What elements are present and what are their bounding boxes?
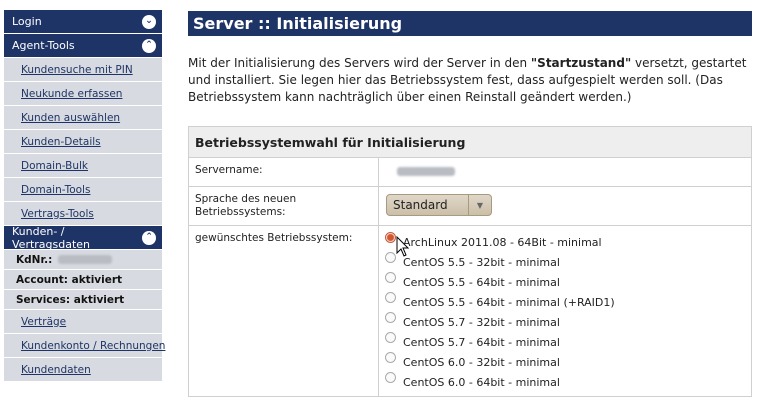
sidebar-item-neukunde[interactable]: Neukunde erfassen bbox=[4, 82, 162, 106]
sidebar-item-kundendaten[interactable]: Kundendaten bbox=[4, 358, 162, 382]
intro-text-start: Mit der Initialisierung des Servers wird… bbox=[188, 56, 531, 70]
os-option[interactable]: CentOS 5.5 - 64bit - minimal (+RAID1) bbox=[385, 291, 751, 312]
radio-icon[interactable] bbox=[385, 291, 396, 303]
sidebar-item-label[interactable]: Verträge bbox=[21, 316, 66, 328]
sidebar-item-kunden-details[interactable]: Kunden-Details bbox=[4, 130, 162, 154]
radio-icon[interactable] bbox=[385, 351, 396, 363]
redacted-value bbox=[397, 167, 455, 176]
os-option[interactable]: CentOS 5.7 - 32bit - minimal bbox=[385, 311, 751, 332]
sidebar-header-label: Agent-Tools bbox=[12, 39, 75, 52]
os-option[interactable]: ArchLinux 2011.08 - 64Bit - minimal bbox=[385, 231, 751, 252]
os-option-label[interactable]: CentOS 5.7 - 64bit - minimal bbox=[403, 336, 560, 349]
radio-icon[interactable] bbox=[385, 371, 396, 383]
sidebar-item-label[interactable]: Kundensuche mit PIN bbox=[21, 64, 133, 76]
radio-checked-icon[interactable] bbox=[385, 231, 396, 243]
customer-number-label: KdNr.: bbox=[16, 253, 53, 266]
sidebar-header-customer-data[interactable]: Kunden- / Vertragsdaten ⌃ bbox=[4, 224, 162, 251]
intro-text-bold: "Startzustand" bbox=[530, 56, 632, 70]
radio-icon[interactable] bbox=[385, 331, 396, 343]
os-label: gewünschtes Betriebssystem: bbox=[189, 226, 379, 396]
os-options: ArchLinux 2011.08 - 64Bit - minimal Cent… bbox=[379, 226, 751, 396]
language-select-value: Standard bbox=[393, 198, 448, 212]
sidebar-item-domain-bulk[interactable]: Domain-Bulk bbox=[4, 154, 162, 178]
os-option-label[interactable]: CentOS 6.0 - 32bit - minimal bbox=[403, 356, 560, 369]
os-option[interactable]: CentOS 6.0 - 32bit - minimal bbox=[385, 351, 751, 372]
account-status-label: Account: aktiviert bbox=[16, 273, 123, 286]
services-status: Services: aktiviert bbox=[4, 290, 162, 310]
customer-number: KdNr.: bbox=[4, 250, 162, 270]
os-option[interactable]: CentOS 5.5 - 32bit - minimal bbox=[385, 251, 751, 272]
os-row: gewünschtes Betriebssystem: ArchLinux 20… bbox=[189, 226, 751, 396]
os-selection-form: Betriebssystemwahl für Initialisierung S… bbox=[188, 126, 752, 397]
chevron-down-icon[interactable]: ▼ bbox=[468, 195, 491, 215]
form-title: Betriebssystemwahl für Initialisierung bbox=[189, 127, 751, 158]
os-option[interactable]: CentOS 5.7 - 64bit - minimal bbox=[385, 331, 751, 352]
sidebar-header-label: Kunden- / Vertragsdaten bbox=[12, 224, 91, 251]
os-option-label[interactable]: ArchLinux 2011.08 - 64Bit - minimal bbox=[403, 236, 602, 249]
os-option[interactable]: CentOS 6.0 - 64bit - minimal bbox=[385, 371, 751, 392]
radio-icon[interactable] bbox=[385, 271, 396, 283]
chevron-up-icon[interactable]: ⌃ bbox=[142, 38, 156, 53]
sidebar-item-label[interactable]: Domain-Bulk bbox=[21, 160, 88, 172]
sidebar-item-label[interactable]: Kundendaten bbox=[21, 364, 91, 376]
sidebar-item-vertrags-tools[interactable]: Vertrags-Tools bbox=[4, 202, 162, 226]
sidebar-item-kundensuche[interactable]: Kundensuche mit PIN bbox=[4, 58, 162, 82]
sidebar-item-label[interactable]: Domain-Tools bbox=[21, 184, 90, 196]
os-option-label[interactable]: CentOS 5.5 - 64bit - minimal bbox=[403, 276, 560, 289]
account-status: Account: aktiviert bbox=[4, 270, 162, 290]
redacted-value bbox=[58, 255, 113, 264]
sidebar-item-label[interactable]: Kunden auswählen bbox=[21, 112, 120, 124]
sidebar-item-label[interactable]: Neukunde erfassen bbox=[21, 88, 122, 100]
page-title: Server :: Initialisierung bbox=[188, 11, 752, 36]
sidebar-item-domain-tools[interactable]: Domain-Tools bbox=[4, 178, 162, 202]
os-option-label[interactable]: CentOS 5.5 - 64bit - minimal (+RAID1) bbox=[403, 296, 615, 309]
os-option[interactable]: CentOS 5.5 - 64bit - minimal bbox=[385, 271, 751, 292]
sidebar-item-kundenkonto[interactable]: Kundenkonto / Rechnungen bbox=[4, 334, 165, 358]
os-option-label[interactable]: CentOS 6.0 - 64bit - minimal bbox=[403, 376, 560, 389]
language-select[interactable]: Standard ▼ bbox=[386, 194, 492, 216]
chevron-down-icon[interactable]: ⌄ bbox=[142, 14, 156, 29]
radio-icon[interactable] bbox=[385, 311, 396, 323]
language-label: Sprache des neuen Betriebssystems: bbox=[189, 187, 379, 225]
sidebar-item-label[interactable]: Kunden-Details bbox=[21, 136, 101, 148]
intro-text: Mit der Initialisierung des Servers wird… bbox=[188, 55, 752, 106]
os-option-label[interactable]: CentOS 5.7 - 32bit - minimal bbox=[403, 316, 560, 329]
radio-icon[interactable] bbox=[385, 251, 396, 263]
sidebar-header-agent-tools[interactable]: Agent-Tools ⌃ bbox=[4, 34, 162, 58]
sidebar-item-vertraege[interactable]: Verträge bbox=[4, 310, 162, 334]
language-cell: Standard ▼ bbox=[379, 187, 751, 225]
sidebar-item-kunden-auswaehlen[interactable]: Kunden auswählen bbox=[4, 106, 162, 130]
sidebar-header-label: Login bbox=[12, 15, 42, 28]
services-status-label: Services: aktiviert bbox=[16, 293, 125, 306]
servername-label: Servername: bbox=[189, 158, 379, 186]
servername-value bbox=[379, 158, 751, 186]
sidebar-item-label[interactable]: Kundenkonto / Rechnungen bbox=[21, 340, 165, 352]
os-option-label[interactable]: CentOS 5.5 - 32bit - minimal bbox=[403, 256, 560, 269]
language-row: Sprache des neuen Betriebssystems: Stand… bbox=[189, 187, 751, 226]
servername-row: Servername: bbox=[189, 158, 751, 187]
main-content: Server :: Initialisierung Mit der Initia… bbox=[188, 11, 752, 397]
mouse-cursor-icon bbox=[396, 236, 410, 257]
sidebar-item-label[interactable]: Vertrags-Tools bbox=[21, 208, 94, 220]
sidebar: Login ⌄ Agent-Tools ⌃ Kundensuche mit PI… bbox=[4, 10, 165, 382]
sidebar-header-login[interactable]: Login ⌄ bbox=[4, 10, 162, 34]
chevron-up-icon[interactable]: ⌃ bbox=[142, 230, 156, 245]
